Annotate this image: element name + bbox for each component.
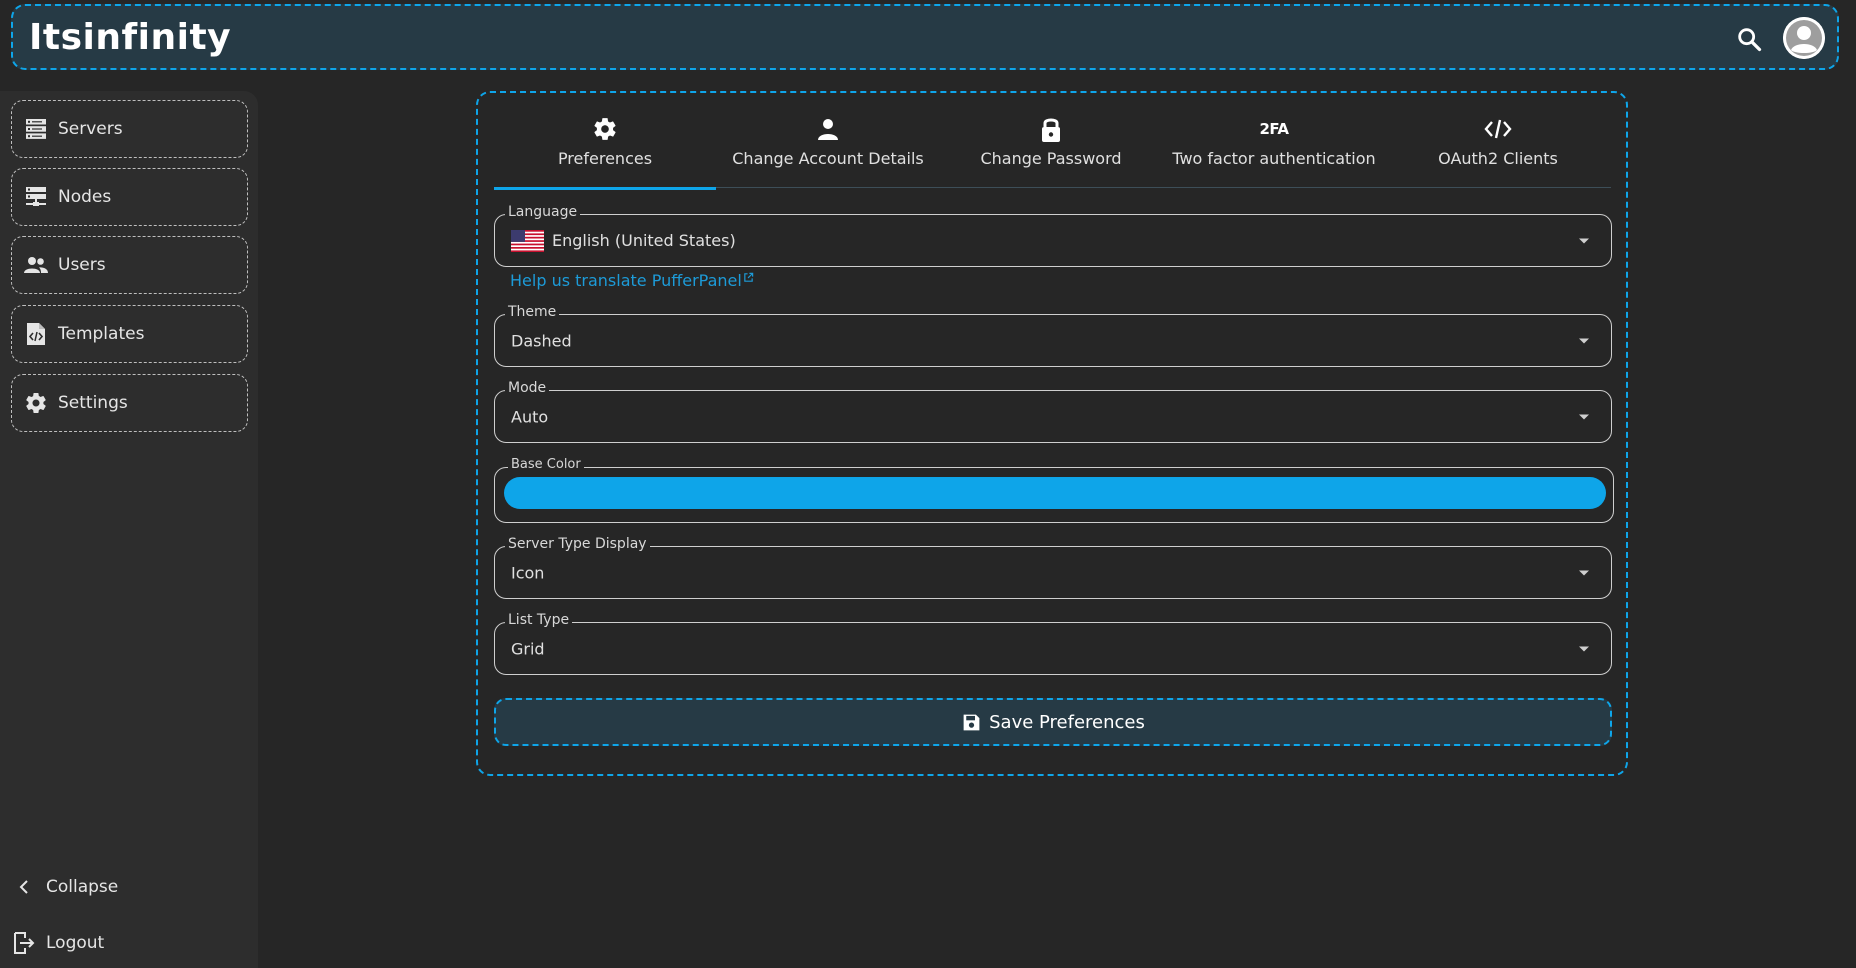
theme-value: Dashed [511,331,572,350]
server-type-display-label: Server Type Display [505,536,650,552]
language-label: Language [505,204,581,220]
sidebar-item-label: Settings [58,393,128,413]
save-preferences-label: Save Preferences [989,711,1145,733]
base-color-label: Base Color [508,457,584,472]
tab-label: Change Password [980,149,1122,168]
server-type-display-value: Icon [511,563,545,582]
sidebar-item-label: Templates [58,324,145,344]
list-type-label: List Type [505,612,573,628]
chevron-down-icon [1579,646,1589,651]
us-flag-icon [511,229,544,252]
sidebar-item-label: Users [58,255,106,275]
tab-bar: Preferences Change Account Details Chang… [494,113,1611,190]
code-icon [1484,115,1512,143]
search-icon[interactable] [1735,25,1763,53]
chevron-left-icon [12,875,36,899]
translate-link[interactable]: Help us translate PufferPanel [510,271,754,290]
servers-icon [24,117,48,141]
save-icon [961,711,983,733]
collapse-label: Collapse [46,877,119,897]
users-icon [24,253,48,277]
sidebar-item-templates[interactable]: Templates [11,305,248,363]
base-color-field: Base Color [494,457,1614,523]
tab-label: Two factor authentication [1172,149,1376,168]
mode-select[interactable]: Mode Auto [494,380,1612,443]
chevron-down-icon [1579,338,1589,343]
save-preferences-button[interactable]: Save Preferences [494,698,1612,746]
tab-change-account-details[interactable]: Change Account Details [716,113,940,188]
collapse-button[interactable]: Collapse [12,875,118,899]
top-bar: Itsinfinity [11,4,1839,70]
gear-icon [591,115,619,143]
tab-label: Change Account Details [732,149,924,168]
theme-select[interactable]: Theme Dashed [494,304,1612,367]
sidebar-item-settings[interactable]: Settings [11,374,248,432]
language-select[interactable]: Language English (United States) [494,204,1612,267]
mode-label: Mode [505,380,550,396]
person-icon [814,115,842,143]
base-color-picker[interactable] [504,477,1606,509]
list-type-select[interactable]: List Type Grid [494,612,1612,675]
theme-label: Theme [505,304,560,320]
sidebar-item-nodes[interactable]: Nodes [11,168,248,226]
sidebar-item-label: Servers [58,119,123,139]
language-value: English (United States) [552,231,736,250]
server-type-display-select[interactable]: Server Type Display Icon [494,536,1612,599]
gear-icon [24,391,48,415]
tab-preferences[interactable]: Preferences [494,113,716,190]
list-type-value: Grid [511,639,545,658]
tab-oauth2-clients[interactable]: OAuth2 Clients [1386,113,1610,188]
tab-two-factor-authentication[interactable]: 2FA Two factor authentication [1162,113,1386,188]
nodes-icon [24,185,48,209]
app-brand[interactable]: Itsinfinity [29,17,231,58]
logout-icon [12,931,36,955]
preferences-panel: Preferences Change Account Details Chang… [476,91,1628,776]
chevron-down-icon [1579,238,1589,243]
sidebar-item-users[interactable]: Users [11,236,248,294]
logout-label: Logout [46,933,105,953]
chevron-down-icon [1579,570,1589,575]
tab-label: Preferences [557,149,653,168]
sidebar: Servers Nodes Users Templates Settings C… [0,91,258,968]
mode-value: Auto [511,407,549,426]
tab-label: OAuth2 Clients [1438,149,1558,168]
user-avatar[interactable] [1783,17,1825,59]
sidebar-item-servers[interactable]: Servers [11,100,248,158]
2fa-icon: 2FA [1259,120,1289,138]
templates-icon [24,322,48,346]
external-link-icon [744,272,754,282]
sidebar-item-label: Nodes [58,187,112,207]
translate-link-text: Help us translate PufferPanel [510,271,742,290]
language-value-wrap: English (United States) [511,229,736,252]
lock-icon [1037,115,1065,143]
chevron-down-icon [1579,414,1589,419]
tab-change-password[interactable]: Change Password [940,113,1162,188]
logout-button[interactable]: Logout [12,931,104,955]
